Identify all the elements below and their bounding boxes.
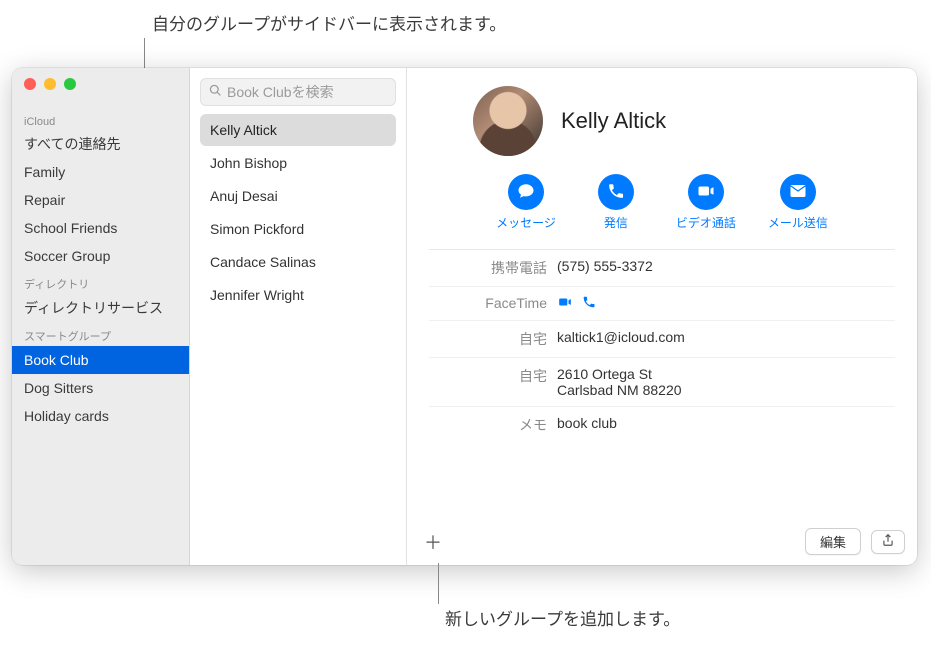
share-icon: [881, 533, 895, 550]
sidebar-section-smart-group: スマートグループ: [12, 322, 189, 346]
search-placeholder: Book Clubを検索: [227, 82, 334, 102]
field-value-mobile[interactable]: (575) 555-3372: [557, 258, 653, 278]
avatar[interactable]: [473, 86, 543, 156]
callout-line: [438, 563, 439, 604]
phone-icon: [607, 182, 625, 203]
contact-fields: 携帯電話 (575) 555-3372 FaceTime 自宅 kaltick1…: [429, 249, 895, 443]
action-mail[interactable]: メール送信: [768, 174, 828, 231]
list-item[interactable]: Simon Pickford: [200, 213, 396, 245]
action-message[interactable]: メッセージ: [496, 174, 556, 231]
sidebar-item-family[interactable]: Family: [12, 158, 189, 186]
sidebar: iCloud すべての連絡先 Family Repair School Frie…: [12, 68, 190, 565]
field-value-home-address[interactable]: 2610 Ortega St Carlsbad NM 88220: [557, 366, 682, 398]
callout-add-group: 新しいグループを追加します。: [445, 605, 680, 630]
list-item[interactable]: Anuj Desai: [200, 180, 396, 212]
message-icon: [517, 182, 535, 203]
callout-groups-sidebar: 自分のグループがサイドバーに表示されます。: [152, 10, 506, 35]
share-button[interactable]: [871, 530, 905, 554]
close-window-button[interactable]: [24, 78, 36, 90]
window-controls: [12, 78, 189, 90]
list-item[interactable]: Candace Salinas: [200, 246, 396, 278]
plus-icon: ＋: [424, 529, 442, 555]
field-label-home-email: 自宅: [429, 329, 557, 349]
search-icon: [209, 84, 222, 100]
contact-actions: メッセージ 発信 ビデオ通話: [429, 174, 895, 231]
sidebar-item-holiday-cards[interactable]: Holiday cards: [12, 402, 189, 430]
list-item[interactable]: Kelly Altick: [200, 114, 396, 146]
contact-list-column: Book Clubを検索 Kelly Altick John Bishop An…: [190, 68, 407, 565]
video-icon: [697, 182, 715, 203]
sidebar-item-directory-service[interactable]: ディレクトリサービス: [12, 294, 189, 322]
edit-button[interactable]: 編集: [805, 528, 861, 555]
sidebar-item-dog-sitters[interactable]: Dog Sitters: [12, 374, 189, 402]
field-value-home-email[interactable]: kaltick1@icloud.com: [557, 329, 685, 349]
contact-detail-pane: Kelly Altick メッセージ 発信: [407, 68, 917, 565]
contact-list: Kelly Altick John Bishop Anuj Desai Simo…: [190, 114, 406, 311]
callout-line: [144, 38, 145, 72]
maximize-window-button[interactable]: [64, 78, 76, 90]
minimize-window-button[interactable]: [44, 78, 56, 90]
contacts-window: iCloud すべての連絡先 Family Repair School Frie…: [12, 68, 917, 565]
list-item[interactable]: John Bishop: [200, 147, 396, 179]
field-label-note: メモ: [429, 415, 557, 435]
search-input[interactable]: Book Clubを検索: [200, 78, 396, 106]
field-label-facetime: FaceTime: [429, 295, 557, 312]
sidebar-item-book-club[interactable]: Book Club: [12, 346, 189, 374]
sidebar-section-directory: ディレクトリ: [12, 270, 189, 294]
field-value-note[interactable]: book club: [557, 415, 617, 435]
facetime-video-icon[interactable]: [557, 295, 573, 312]
sidebar-item-school-friends[interactable]: School Friends: [12, 214, 189, 242]
sidebar-item-soccer-group[interactable]: Soccer Group: [12, 242, 189, 270]
sidebar-item-all-contacts[interactable]: すべての連絡先: [12, 130, 189, 158]
facetime-audio-icon[interactable]: [581, 295, 597, 312]
mail-icon: [789, 182, 807, 203]
contact-name: Kelly Altick: [561, 108, 666, 134]
field-label-home-address: 自宅: [429, 366, 557, 398]
sidebar-item-repair[interactable]: Repair: [12, 186, 189, 214]
field-label-mobile: 携帯電話: [429, 258, 557, 278]
add-button[interactable]: ＋: [419, 530, 447, 554]
action-video[interactable]: ビデオ通話: [676, 174, 736, 231]
action-call[interactable]: 発信: [588, 174, 644, 231]
list-item[interactable]: Jennifer Wright: [200, 279, 396, 311]
bottom-bar: ＋ 編集: [419, 528, 905, 555]
sidebar-section-icloud: iCloud: [12, 110, 189, 130]
